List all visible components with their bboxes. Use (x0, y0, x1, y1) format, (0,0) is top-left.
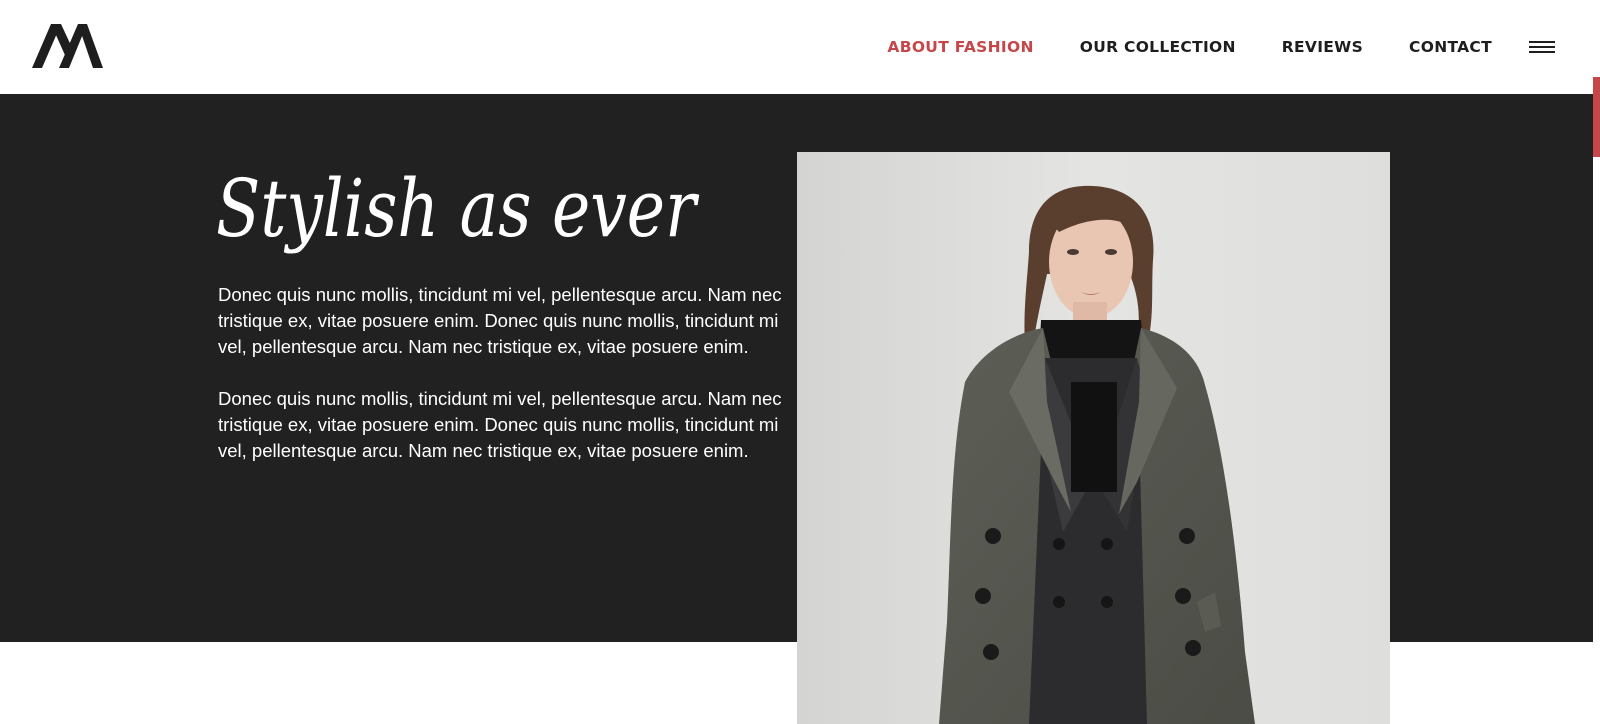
main-nav: ABOUT FASHION OUR COLLECTION REVIEWS CON… (887, 0, 1492, 94)
model-illustration (797, 152, 1390, 724)
nav-our-collection[interactable]: OUR COLLECTION (1080, 38, 1236, 56)
brand-monogram-icon[interactable] (32, 24, 103, 68)
hamburger-icon[interactable] (1529, 37, 1557, 57)
model-photo (797, 152, 1390, 724)
nav-reviews[interactable]: REVIEWS (1282, 38, 1363, 56)
scroll-indicator[interactable] (1593, 77, 1600, 157)
nav-about-fashion[interactable]: ABOUT FASHION (887, 38, 1033, 56)
site-header: ABOUT FASHION OUR COLLECTION REVIEWS CON… (0, 0, 1600, 94)
hero-title: Stylish as ever (216, 162, 700, 255)
nav-contact[interactable]: CONTACT (1409, 38, 1492, 56)
hero-copy: Donec quis nunc mollis, tincidunt mi vel… (218, 282, 788, 490)
hero-paragraph: Donec quis nunc mollis, tincidunt mi vel… (218, 284, 782, 357)
hero-paragraph: Donec quis nunc mollis, tincidunt mi vel… (218, 388, 782, 461)
hero-title-text: Stylish as ever (216, 162, 700, 255)
